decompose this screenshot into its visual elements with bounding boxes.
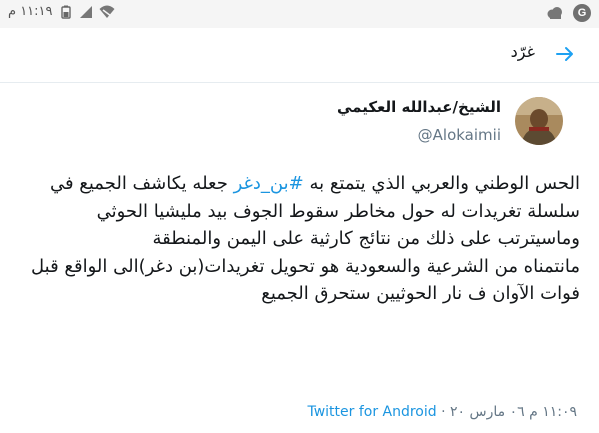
header-divider <box>0 82 599 83</box>
tweet-paragraph-1: الحس الوطني والعربي الذي يتمتع به #بن_دغ… <box>20 170 580 253</box>
google-icon: G <box>573 4 591 22</box>
tweet-source-link[interactable]: Twitter for Android <box>307 404 436 420</box>
back-arrow-icon[interactable] <box>553 42 577 66</box>
battery-icon <box>60 5 71 19</box>
status-bar: ١١:١٩ م G <box>0 0 599 28</box>
avatar-image <box>515 97 563 145</box>
page-title: غرّد <box>510 42 535 61</box>
tweet-timestamp: ١١:٠٩ م ٠٦ مارس ٢٠ · <box>436 404 577 420</box>
tweet-metadata: ١١:٠٩ م ٠٦ مارس ٢٠ · Twitter for Android <box>307 404 577 420</box>
signal-icon <box>79 5 92 18</box>
cloud-icon <box>547 7 562 19</box>
tweet-paragraph-2: مانتمناه من الشرعية والسعودية هو تحويل ت… <box>31 255 580 305</box>
status-bar-right: G <box>545 4 591 22</box>
display-name[interactable]: الشيخ/عبدالله العكيمي <box>337 98 501 116</box>
status-bar-left: ١١:١٩ م <box>8 4 115 19</box>
user-handle[interactable]: @Alokaimii <box>418 126 501 144</box>
clock: ١١:١٩ م <box>8 4 53 19</box>
tweet-text-segment: الحس الوطني والعربي الذي يتمتع به <box>303 173 580 194</box>
top-app-bar: غرّد <box>0 28 599 80</box>
hashtag-link[interactable]: #بن_دغر <box>234 173 304 194</box>
wifi-icon <box>99 5 114 18</box>
avatar[interactable] <box>515 97 563 145</box>
tweet-text: الحس الوطني والعربي الذي يتمتع به #بن_دغ… <box>20 170 580 308</box>
